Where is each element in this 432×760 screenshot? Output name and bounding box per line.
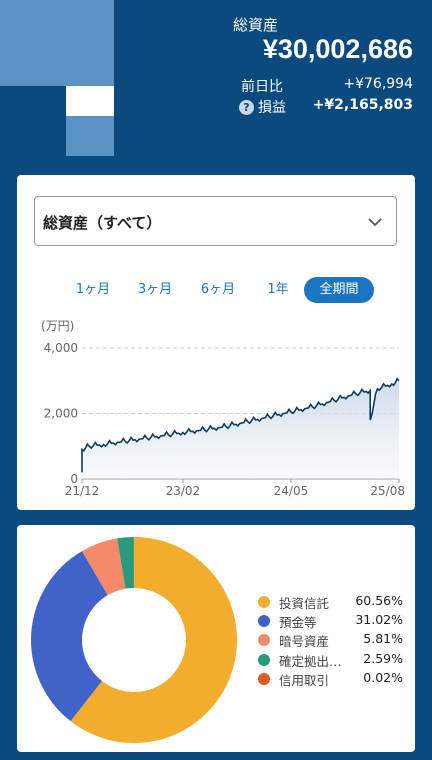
legend-percent: 31.02%	[355, 612, 403, 628]
y-tick-label: 2,000	[44, 407, 78, 421]
legend-label: 預金等	[279, 615, 317, 631]
asset-history-card: 総資産（すべて） 1ヶ月 3ヶ月 6ヶ月 1年 全期間 (万円) 0 2,000 4,…	[17, 175, 415, 510]
legend-label: 信用取引	[279, 672, 330, 688]
legend-percent: 0.02%	[363, 669, 403, 685]
allocation-donut-chart	[30, 537, 237, 743]
chevron-down-icon	[368, 218, 382, 227]
legend-item: 投資信託 60.56%	[258, 592, 403, 611]
legend-swatch	[258, 634, 270, 647]
profit-value: +¥2,165,803	[312, 97, 413, 113]
day-change-row: 前日比 +¥76,994	[233, 76, 413, 95]
profit-label-group: ? 損益	[239, 97, 286, 117]
brand-logo-block	[0, 0, 114, 86]
legend-item: 暗号資産 5.81%	[258, 630, 403, 649]
legend-percent: 2.59%	[363, 650, 403, 666]
legend-swatch	[258, 596, 270, 608]
x-tick-label: 23/02	[166, 484, 201, 498]
tab-period-all[interactable]: 全期間	[304, 277, 374, 303]
legend-swatch	[258, 615, 270, 628]
asset-history-chart: (万円)02,0004,00021/12 23/02 24/05 25/08	[41, 319, 405, 498]
tab-period-1y[interactable]: 1年	[263, 277, 293, 303]
legend-percent: 60.56%	[355, 593, 403, 608]
day-change-label: 前日比	[241, 79, 283, 95]
legend-item: 預金等 31.02%	[258, 611, 403, 630]
help-icon[interactable]: ?	[239, 99, 254, 115]
total-assets-label: 総資産	[233, 16, 279, 34]
y-axis-unit-label: (万円)	[41, 319, 74, 333]
asset-category-selected: 総資産（すべて）	[43, 214, 162, 232]
hero-header: 総資産 ¥30,002,686 前日比 +¥76,994 ? 損益 +¥2,16…	[0, 0, 432, 160]
legend-label: 投資信託	[279, 596, 330, 611]
period-tabs: 1ヶ月 3ヶ月 6ヶ月 1年 全期間	[17, 277, 415, 303]
asset-allocation-card: 投資信託 60.56% 預金等 31.02% 暗号資産 5.81% 確定拠出… 2.59% 信用…	[17, 525, 415, 752]
legend-item: 信用取引 0.02%	[258, 669, 403, 688]
brand-logo-block	[66, 86, 114, 116]
brand-logo-block	[66, 116, 114, 156]
legend-item: 確定拠出… 2.59%	[258, 650, 403, 669]
profit-row: ? 損益 +¥2,165,803	[233, 97, 413, 117]
legend-percent: 5.81%	[363, 631, 403, 647]
x-tick-label: 21/12	[65, 484, 100, 498]
total-assets-value: ¥30,002,686	[262, 34, 413, 64]
profit-label: 損益	[258, 100, 286, 116]
legend-label: 暗号資産	[279, 634, 330, 650]
legend-label: 確定拠出…	[279, 653, 342, 669]
day-change-value: +¥76,994	[343, 76, 413, 92]
asset-category-select[interactable]: 総資産（すべて）	[34, 196, 397, 246]
y-tick-label: 4,000	[44, 341, 78, 355]
x-tick-label: 24/05	[274, 484, 309, 498]
series-area	[82, 378, 399, 479]
x-tick-label: 25/08	[370, 484, 405, 498]
legend-swatch	[258, 653, 270, 666]
tab-period-1m[interactable]: 1ヶ月	[73, 277, 113, 303]
tab-period-3m[interactable]: 3ヶ月	[135, 277, 175, 303]
legend-swatch	[258, 672, 270, 685]
tab-period-6m[interactable]: 6ヶ月	[198, 277, 238, 303]
